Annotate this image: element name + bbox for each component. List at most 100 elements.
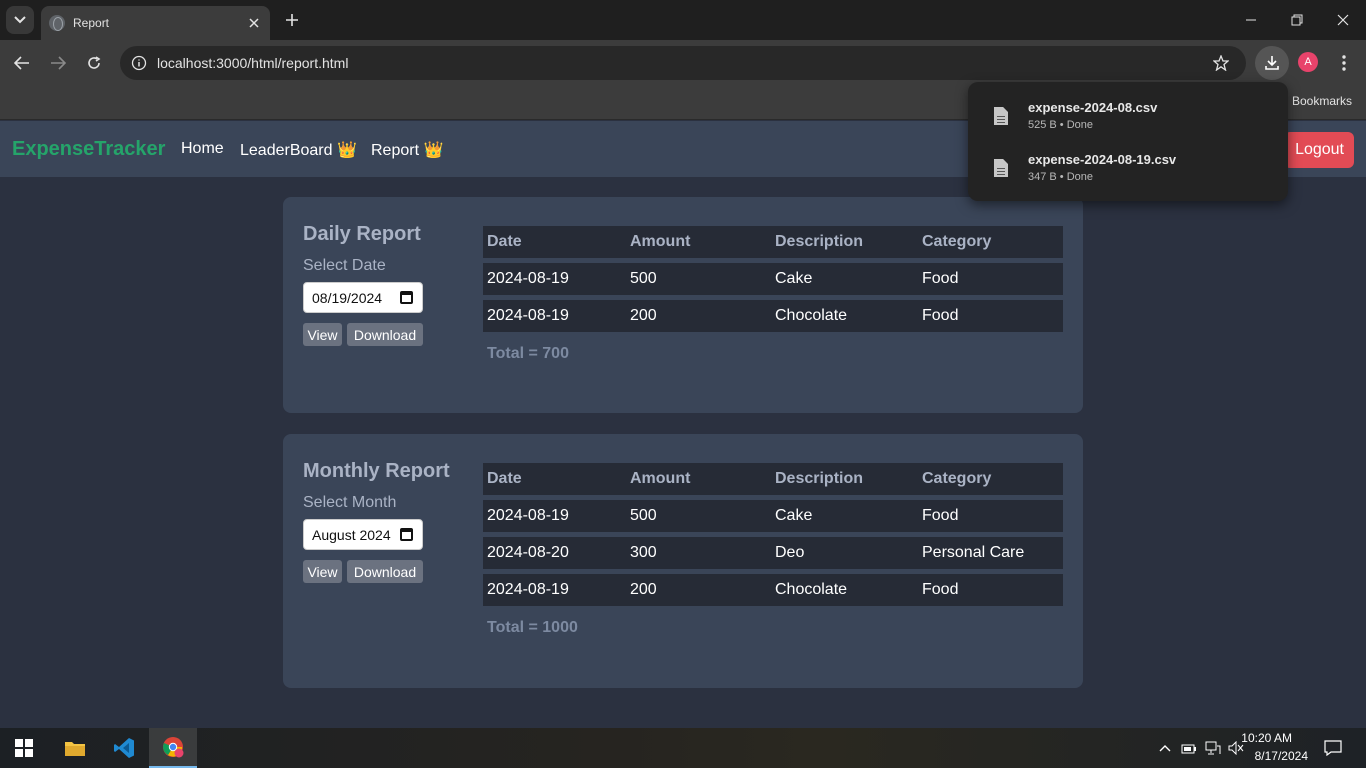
network-icon[interactable]: [1204, 738, 1222, 758]
table-row: 2024-08-20 300 Deo Personal Care: [483, 537, 1063, 569]
column-header-amount: Amount: [630, 233, 691, 250]
calendar-icon[interactable]: [400, 528, 413, 541]
daily-download-button[interactable]: Download: [347, 323, 423, 346]
back-icon[interactable]: [7, 48, 37, 78]
plus-icon[interactable]: [282, 10, 302, 30]
windows-start-icon[interactable]: [0, 728, 48, 768]
date-input[interactable]: 08/19/2024: [303, 282, 423, 313]
daily-report-card: Daily Report Select Date 08/19/2024 View…: [283, 197, 1083, 413]
star-icon[interactable]: [1210, 52, 1232, 74]
column-header-description: Description: [775, 470, 864, 487]
column-header-category: Category: [922, 233, 992, 250]
site-info-icon[interactable]: [128, 52, 150, 74]
file-icon: [994, 159, 1008, 177]
nav-link-report[interactable]: Report 👑: [371, 140, 443, 160]
cell-category: Food: [922, 581, 959, 598]
select-month-label: Select Month: [303, 494, 397, 511]
cell-category: Food: [922, 507, 959, 524]
table-row: 2024-08-19 500 Cake Food: [483, 500, 1063, 532]
table-row: 2024-08-19 500 Cake Food: [483, 263, 1063, 295]
brand-logo[interactable]: ExpenseTracker: [12, 138, 165, 161]
cell-amount: 500: [630, 270, 657, 287]
cell-description: Chocolate: [775, 581, 848, 598]
tab-title: Report: [73, 16, 110, 30]
monthly-report-title: Monthly Report: [303, 460, 450, 482]
url-text[interactable]: localhost:3000/html/report.html: [157, 55, 348, 71]
cell-category: Food: [922, 270, 959, 287]
browser-tab[interactable]: Report: [41, 6, 270, 40]
cell-description: Chocolate: [775, 307, 848, 324]
download-filename[interactable]: expense-2024-08.csv: [1028, 100, 1157, 115]
globe-icon: [49, 15, 65, 31]
address-bar[interactable]: localhost:3000/html/report.html: [120, 46, 1246, 80]
table-row: 2024-08-19 200 Chocolate Food: [483, 574, 1063, 606]
cell-date: 2024-08-19: [487, 307, 569, 324]
cell-category: Personal Care: [922, 544, 1025, 561]
column-header-category: Category: [922, 470, 992, 487]
table-header-row: Date Amount Description Category: [483, 463, 1063, 495]
file-icon: [994, 107, 1008, 125]
monthly-total: Total = 1000: [487, 619, 578, 636]
browser-toolbar: localhost:3000/html/report.html A: [0, 40, 1366, 86]
minimize-icon[interactable]: [1228, 0, 1274, 40]
download-filename[interactable]: expense-2024-08-19.csv: [1028, 152, 1176, 167]
reload-icon[interactable]: [79, 48, 109, 78]
chevron-up-icon[interactable]: [1156, 738, 1174, 758]
cell-amount: 200: [630, 307, 657, 324]
table-row: 2024-08-19 200 Chocolate Food: [483, 300, 1063, 332]
column-header-description: Description: [775, 233, 864, 250]
browser-tab-strip: Report: [0, 0, 1366, 40]
monthly-view-button[interactable]: View: [303, 560, 342, 583]
cell-category: Food: [922, 307, 959, 324]
nav-link-leaderboard[interactable]: LeaderBoard 👑: [240, 140, 357, 160]
restore-icon[interactable]: [1274, 0, 1320, 40]
month-input[interactable]: August 2024: [303, 519, 423, 550]
table-header-row: Date Amount Description Category: [483, 226, 1063, 258]
tab-search-icon[interactable]: [6, 6, 34, 34]
cell-date: 2024-08-19: [487, 507, 569, 524]
profile-avatar[interactable]: A: [1298, 52, 1318, 72]
date-input-value: 08/19/2024: [312, 289, 383, 306]
cell-description: Deo: [775, 544, 805, 561]
file-explorer-icon[interactable]: [51, 728, 99, 768]
select-date-label: Select Date: [303, 257, 386, 274]
column-header-date: Date: [487, 233, 522, 250]
clock-date[interactable]: 8/17/2024: [1255, 749, 1308, 763]
column-header-date: Date: [487, 470, 522, 487]
nav-link-home[interactable]: Home: [181, 140, 224, 158]
cell-date: 2024-08-20: [487, 544, 569, 561]
cell-amount: 200: [630, 581, 657, 598]
download-item[interactable]: expense-2024-08.csv 525 B • Done: [968, 95, 1288, 147]
close-icon[interactable]: [244, 13, 264, 33]
cell-amount: 300: [630, 544, 657, 561]
battery-icon[interactable]: [1180, 738, 1198, 758]
windows-taskbar: 10:20 AM 8/17/2024: [0, 728, 1366, 768]
notification-icon[interactable]: [1324, 738, 1342, 758]
month-input-value: August 2024: [312, 526, 391, 543]
daily-total: Total = 700: [487, 345, 569, 362]
daily-view-button[interactable]: View: [303, 323, 342, 346]
forward-icon[interactable]: [43, 48, 73, 78]
download-status: 525 B • Done: [1028, 119, 1094, 131]
cell-amount: 500: [630, 507, 657, 524]
downloads-panel: expense-2024-08.csv 525 B • Done expense…: [968, 82, 1288, 201]
all-bookmarks[interactable]: Bookmarks: [1292, 94, 1352, 108]
cell-description: Cake: [775, 270, 813, 287]
daily-report-title: Daily Report: [303, 223, 421, 245]
logout-button[interactable]: Logout: [1284, 132, 1354, 168]
cell-date: 2024-08-19: [487, 581, 569, 598]
monthly-report-card: Monthly Report Select Month August 2024 …: [283, 434, 1083, 688]
kebab-icon[interactable]: [1332, 50, 1356, 76]
monthly-download-button[interactable]: Download: [347, 560, 423, 583]
cell-date: 2024-08-19: [487, 270, 569, 287]
download-status: 347 B • Done: [1028, 171, 1094, 183]
cell-description: Cake: [775, 507, 813, 524]
close-window-icon[interactable]: [1320, 0, 1366, 40]
column-header-amount: Amount: [630, 470, 691, 487]
download-item[interactable]: expense-2024-08-19.csv 347 B • Done: [968, 147, 1288, 199]
vscode-icon[interactable]: [100, 728, 148, 768]
chrome-icon[interactable]: [149, 728, 197, 768]
clock-time[interactable]: 10:20 AM: [1241, 731, 1292, 745]
download-icon[interactable]: [1255, 46, 1289, 80]
calendar-icon[interactable]: [400, 291, 413, 304]
